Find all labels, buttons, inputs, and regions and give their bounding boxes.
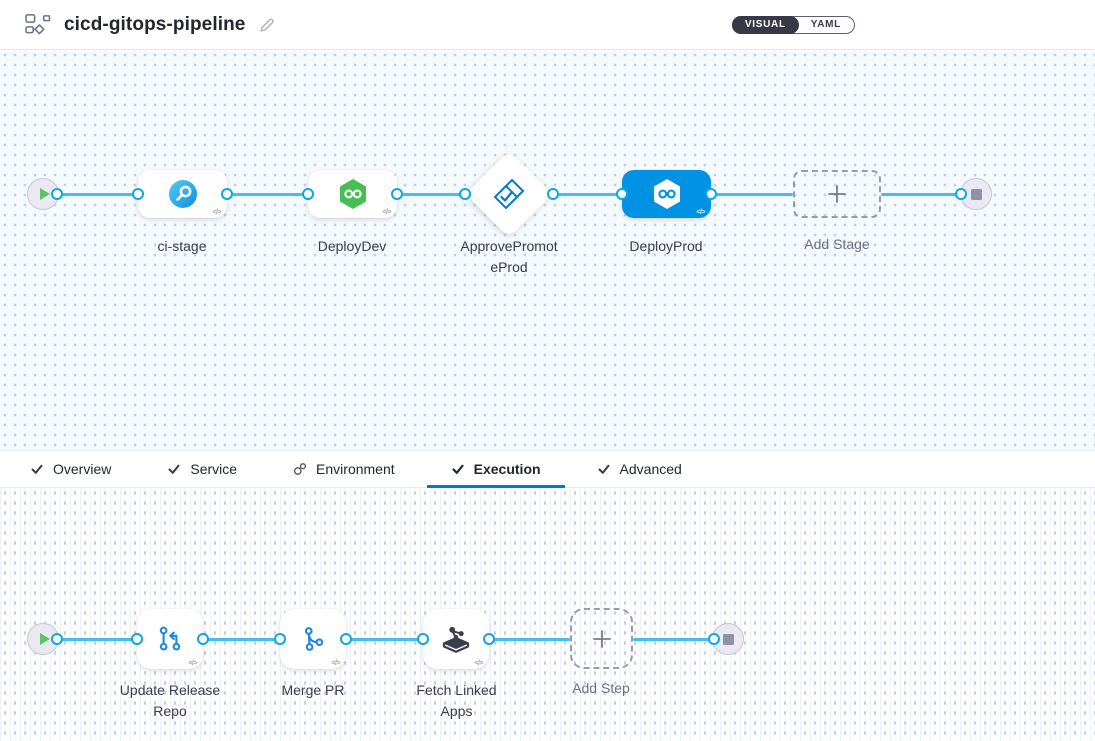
stage-label: DeployDev bbox=[272, 236, 432, 257]
edge bbox=[881, 193, 961, 196]
page-title: cicd-gitops-pipeline bbox=[64, 14, 245, 36]
port[interactable] bbox=[616, 188, 628, 200]
add-stage-label: Add Stage bbox=[757, 234, 917, 255]
port[interactable] bbox=[955, 188, 967, 200]
port[interactable] bbox=[547, 188, 559, 200]
edge bbox=[346, 638, 423, 641]
check-icon bbox=[167, 462, 181, 476]
edge bbox=[227, 193, 308, 196]
tab-label: Overview bbox=[53, 461, 111, 477]
port[interactable] bbox=[708, 633, 720, 645]
port[interactable] bbox=[197, 633, 209, 645]
stage-node-approvepromoteprod[interactable] bbox=[465, 150, 553, 238]
code-icon: </> bbox=[331, 660, 340, 667]
add-step-label: Add Step bbox=[536, 678, 666, 699]
stage-label: ci-stage bbox=[102, 236, 262, 257]
tab-label: Service bbox=[190, 461, 237, 477]
port[interactable] bbox=[705, 188, 717, 200]
stage-node-deploydev[interactable]: </> bbox=[308, 170, 397, 218]
port[interactable] bbox=[274, 633, 286, 645]
step-node-update-release-repo[interactable]: </> bbox=[137, 609, 203, 669]
port[interactable] bbox=[221, 188, 233, 200]
code-icon: </> bbox=[212, 209, 221, 216]
tab-label: Execution bbox=[474, 461, 541, 477]
edge bbox=[553, 193, 622, 196]
git-merge-icon bbox=[297, 623, 329, 655]
edit-pipeline-name-button[interactable] bbox=[258, 16, 276, 34]
check-icon bbox=[597, 462, 611, 476]
toggle-yaml[interactable]: YAML bbox=[798, 17, 854, 33]
port[interactable] bbox=[340, 633, 352, 645]
code-icon: </> bbox=[382, 209, 391, 216]
edge bbox=[57, 193, 138, 196]
tab-label: Advanced bbox=[620, 461, 682, 477]
edge bbox=[711, 193, 793, 196]
tab-execution[interactable]: Execution bbox=[451, 451, 541, 487]
stage-node-deployprod[interactable]: </> bbox=[622, 170, 711, 218]
tab-label: Environment bbox=[316, 461, 395, 477]
stop-icon bbox=[723, 634, 734, 645]
build-stage-icon bbox=[168, 179, 198, 209]
check-icon bbox=[451, 462, 465, 476]
port[interactable] bbox=[483, 633, 495, 645]
stop-icon bbox=[971, 189, 982, 200]
port[interactable] bbox=[51, 633, 63, 645]
pipeline-icon bbox=[24, 13, 51, 36]
pipeline-studio: cicd-gitops-pipeline VISUAL YAML bbox=[0, 0, 1095, 741]
plus-icon bbox=[591, 628, 613, 650]
code-icon: </> bbox=[474, 660, 483, 667]
stage-label: DeployProd bbox=[586, 236, 746, 257]
toggle-visual[interactable]: VISUAL bbox=[732, 16, 799, 34]
environment-icon bbox=[293, 462, 307, 476]
step-label: Merge PR bbox=[248, 680, 378, 701]
tab-environment[interactable]: Environment bbox=[293, 451, 395, 487]
tab-advanced[interactable]: Advanced bbox=[597, 451, 682, 487]
deploy-stage-icon bbox=[338, 178, 368, 210]
play-icon bbox=[40, 188, 50, 200]
deploy-stage-icon bbox=[652, 178, 682, 210]
port[interactable] bbox=[391, 188, 403, 200]
edge bbox=[57, 638, 137, 641]
tab-overview[interactable]: Overview bbox=[30, 451, 111, 487]
edge bbox=[203, 638, 280, 641]
code-icon: </> bbox=[696, 209, 705, 216]
stage-label: ApprovePromoteProd bbox=[457, 236, 561, 278]
step-label: Fetch Linked Apps bbox=[409, 680, 504, 722]
step-label: Update Release Repo bbox=[105, 680, 235, 722]
edge bbox=[397, 193, 465, 196]
plus-icon bbox=[826, 183, 848, 205]
stage-config-tabs: Overview Service Environment Execution bbox=[0, 450, 1095, 488]
edge bbox=[489, 638, 570, 641]
step-node-merge-pr[interactable]: </> bbox=[280, 609, 346, 669]
port[interactable] bbox=[417, 633, 429, 645]
add-step-button[interactable] bbox=[570, 608, 633, 669]
code-icon: </> bbox=[188, 660, 197, 667]
port[interactable] bbox=[131, 633, 143, 645]
add-stage-button[interactable] bbox=[793, 170, 881, 218]
git-update-icon bbox=[154, 623, 186, 655]
play-icon bbox=[40, 633, 50, 645]
edge bbox=[633, 638, 714, 641]
stage-node-ci-stage[interactable]: </> bbox=[138, 170, 227, 218]
header: cicd-gitops-pipeline VISUAL YAML bbox=[0, 0, 1095, 50]
port[interactable] bbox=[459, 188, 471, 200]
port[interactable] bbox=[51, 188, 63, 200]
approval-stage-icon bbox=[491, 176, 527, 212]
visual-yaml-toggle: VISUAL YAML bbox=[732, 16, 855, 34]
tab-service[interactable]: Service bbox=[167, 451, 237, 487]
port[interactable] bbox=[302, 188, 314, 200]
check-icon bbox=[30, 462, 44, 476]
gitops-fetch-icon bbox=[439, 623, 473, 655]
pencil-icon bbox=[258, 16, 276, 34]
step-node-fetch-linked-apps[interactable]: </> bbox=[423, 609, 489, 669]
port[interactable] bbox=[132, 188, 144, 200]
